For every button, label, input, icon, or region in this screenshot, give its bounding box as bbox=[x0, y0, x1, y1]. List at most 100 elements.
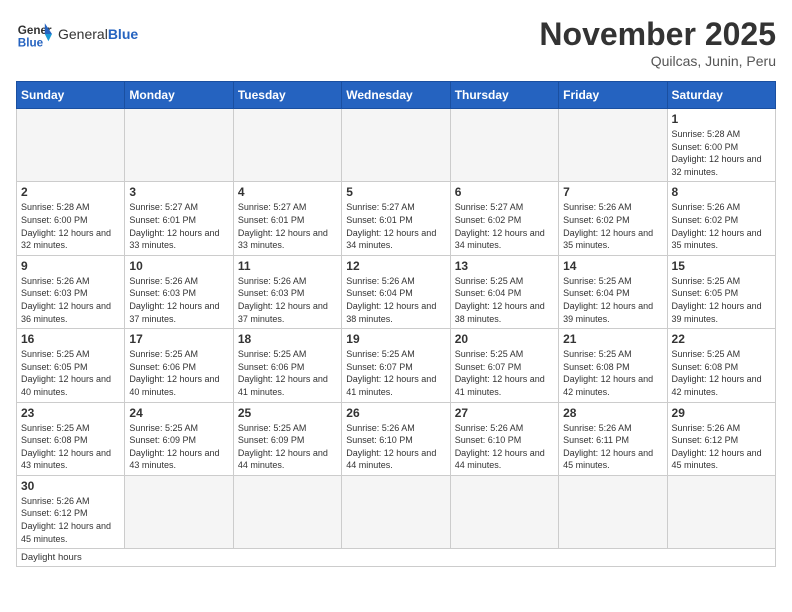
logo-blue: Blue bbox=[108, 26, 138, 42]
day-number: 19 bbox=[346, 332, 445, 346]
day-number: 29 bbox=[672, 406, 771, 420]
calendar-cell: 18 Sunrise: 5:25 AM Sunset: 6:06 PM Dayli… bbox=[233, 329, 341, 402]
day-info: Sunrise: 5:27 AM Sunset: 6:01 PM Dayligh… bbox=[238, 201, 337, 251]
calendar-cell: 3Sunrise: 5:27 AM Sunset: 6:01 PM Daylig… bbox=[125, 182, 233, 255]
calendar-cell: 20 Sunrise: 5:25 AM Sunset: 6:07 PM Dayli… bbox=[450, 329, 558, 402]
calendar-cell: 12 Sunrise: 5:26 AM Sunset: 6:04 PM Dayli… bbox=[342, 255, 450, 328]
day-info: Sunrise: 5:25 AM Sunset: 6:05 PM Dayligh… bbox=[672, 275, 771, 325]
month-title: November 2025 bbox=[539, 16, 776, 53]
calendar-cell: 6Sunrise: 5:27 AM Sunset: 6:02 PM Daylig… bbox=[450, 182, 558, 255]
day-info: Sunrise: 5:27 AM Sunset: 6:01 PM Dayligh… bbox=[346, 201, 445, 251]
day-number: 8 bbox=[672, 185, 771, 199]
day-number: 18 bbox=[238, 332, 337, 346]
day-number: 2 bbox=[21, 185, 120, 199]
day-info: Sunrise: 5:26 AM Sunset: 6:10 PM Dayligh… bbox=[455, 422, 554, 472]
calendar-cell bbox=[559, 475, 667, 548]
calendar-header-tuesday: Tuesday bbox=[233, 82, 341, 109]
day-number: 17 bbox=[129, 332, 228, 346]
calendar-cell: 23 Sunrise: 5:25 AM Sunset: 6:08 PM Dayli… bbox=[17, 402, 125, 475]
calendar-cell: 17 Sunrise: 5:25 AM Sunset: 6:06 PM Dayli… bbox=[125, 329, 233, 402]
day-number: 13 bbox=[455, 259, 554, 273]
calendar-cell: 13 Sunrise: 5:25 AM Sunset: 6:04 PM Dayli… bbox=[450, 255, 558, 328]
day-number: 20 bbox=[455, 332, 554, 346]
logo: General Blue GeneralBlue bbox=[16, 16, 138, 52]
day-number: 27 bbox=[455, 406, 554, 420]
day-number: 10 bbox=[129, 259, 228, 273]
day-info: Sunrise: 5:25 AM Sunset: 6:07 PM Dayligh… bbox=[455, 348, 554, 398]
day-number: 28 bbox=[563, 406, 662, 420]
day-number: 11 bbox=[238, 259, 337, 273]
calendar-cell: 22 Sunrise: 5:25 AM Sunset: 6:08 PM Dayli… bbox=[667, 329, 775, 402]
day-info: Sunrise: 5:25 AM Sunset: 6:08 PM Dayligh… bbox=[21, 422, 120, 472]
day-number: 9 bbox=[21, 259, 120, 273]
page-header: General Blue GeneralBlue November 2025 Q… bbox=[16, 16, 776, 69]
day-number: 12 bbox=[346, 259, 445, 273]
calendar-cell: 27 Sunrise: 5:26 AM Sunset: 6:10 PM Dayli… bbox=[450, 402, 558, 475]
calendar-cell bbox=[125, 475, 233, 548]
day-number: 22 bbox=[672, 332, 771, 346]
day-info: Sunrise: 5:25 AM Sunset: 6:06 PM Dayligh… bbox=[129, 348, 228, 398]
location: Quilcas, Junin, Peru bbox=[539, 53, 776, 69]
calendar-week-row: 9 Sunrise: 5:26 AM Sunset: 6:03 PM Daylig… bbox=[17, 255, 776, 328]
day-number: 23 bbox=[21, 406, 120, 420]
calendar-cell bbox=[125, 109, 233, 182]
calendar-cell: 8Sunrise: 5:26 AM Sunset: 6:02 PM Daylig… bbox=[667, 182, 775, 255]
day-number: 21 bbox=[563, 332, 662, 346]
calendar-header-friday: Friday bbox=[559, 82, 667, 109]
calendar-cell: 5 Sunrise: 5:27 AM Sunset: 6:01 PM Daylig… bbox=[342, 182, 450, 255]
calendar-cell bbox=[450, 109, 558, 182]
calendar-header-sunday: Sunday bbox=[17, 82, 125, 109]
footer-row: Daylight hours bbox=[17, 549, 776, 567]
calendar-cell: 16 Sunrise: 5:25 AM Sunset: 6:05 PM Dayli… bbox=[17, 329, 125, 402]
calendar-cell: 9Sunrise: 5:26 AM Sunset: 6:03 PM Daylig… bbox=[17, 255, 125, 328]
day-info: Sunrise: 5:25 AM Sunset: 6:04 PM Dayligh… bbox=[563, 275, 662, 325]
calendar-cell bbox=[559, 109, 667, 182]
day-info: Sunrise: 5:28 AM Sunset: 6:00 PM Dayligh… bbox=[672, 128, 771, 178]
day-number: 24 bbox=[129, 406, 228, 420]
calendar-cell: 15 Sunrise: 5:25 AM Sunset: 6:05 PM Dayli… bbox=[667, 255, 775, 328]
calendar-cell bbox=[233, 109, 341, 182]
day-info: Sunrise: 5:25 AM Sunset: 6:08 PM Dayligh… bbox=[563, 348, 662, 398]
day-number: 25 bbox=[238, 406, 337, 420]
calendar-cell: 2 Sunrise: 5:28 AM Sunset: 6:00 PM Daylig… bbox=[17, 182, 125, 255]
day-number: 3 bbox=[129, 185, 228, 199]
day-number: 16 bbox=[21, 332, 120, 346]
day-info: Sunrise: 5:25 AM Sunset: 6:06 PM Dayligh… bbox=[238, 348, 337, 398]
calendar-cell: 10 Sunrise: 5:26 AM Sunset: 6:03 PM Dayli… bbox=[125, 255, 233, 328]
calendar-cell bbox=[667, 475, 775, 548]
calendar-header-thursday: Thursday bbox=[450, 82, 558, 109]
day-info: Sunrise: 5:25 AM Sunset: 6:09 PM Dayligh… bbox=[238, 422, 337, 472]
calendar-week-row: 16 Sunrise: 5:25 AM Sunset: 6:05 PM Dayli… bbox=[17, 329, 776, 402]
calendar-cell: 24 Sunrise: 5:25 AM Sunset: 6:09 PM Dayli… bbox=[125, 402, 233, 475]
day-number: 5 bbox=[346, 185, 445, 199]
day-info: Sunrise: 5:25 AM Sunset: 6:04 PM Dayligh… bbox=[455, 275, 554, 325]
calendar-cell: 21 Sunrise: 5:25 AM Sunset: 6:08 PM Dayli… bbox=[559, 329, 667, 402]
day-info: Sunrise: 5:26 AM Sunset: 6:10 PM Dayligh… bbox=[346, 422, 445, 472]
day-number: 6 bbox=[455, 185, 554, 199]
calendar-header-saturday: Saturday bbox=[667, 82, 775, 109]
day-number: 15 bbox=[672, 259, 771, 273]
day-info: Sunrise: 5:25 AM Sunset: 6:08 PM Dayligh… bbox=[672, 348, 771, 398]
day-info: Sunrise: 5:28 AM Sunset: 6:00 PM Dayligh… bbox=[21, 201, 120, 251]
calendar-cell: 4Sunrise: 5:27 AM Sunset: 6:01 PM Daylig… bbox=[233, 182, 341, 255]
day-info: Sunrise: 5:26 AM Sunset: 6:02 PM Dayligh… bbox=[563, 201, 662, 251]
day-info: Sunrise: 5:26 AM Sunset: 6:11 PM Dayligh… bbox=[563, 422, 662, 472]
calendar-week-row: 30Sunrise: 5:26 AM Sunset: 6:12 PM Dayli… bbox=[17, 475, 776, 548]
day-info: Sunrise: 5:25 AM Sunset: 6:05 PM Dayligh… bbox=[21, 348, 120, 398]
logo-icon: General Blue bbox=[16, 16, 52, 52]
title-block: November 2025 Quilcas, Junin, Peru bbox=[539, 16, 776, 69]
calendar-cell: 28 Sunrise: 5:26 AM Sunset: 6:11 PM Dayli… bbox=[559, 402, 667, 475]
calendar-cell: 11 Sunrise: 5:26 AM Sunset: 6:03 PM Dayli… bbox=[233, 255, 341, 328]
day-info: Sunrise: 5:26 AM Sunset: 6:03 PM Dayligh… bbox=[238, 275, 337, 325]
calendar-week-row: 1Sunrise: 5:28 AM Sunset: 6:00 PM Daylig… bbox=[17, 109, 776, 182]
day-number: 26 bbox=[346, 406, 445, 420]
day-info: Sunrise: 5:25 AM Sunset: 6:09 PM Dayligh… bbox=[129, 422, 228, 472]
day-info: Sunrise: 5:26 AM Sunset: 6:03 PM Dayligh… bbox=[129, 275, 228, 325]
day-info: Sunrise: 5:26 AM Sunset: 6:12 PM Dayligh… bbox=[21, 495, 120, 545]
calendar-cell: 19Sunrise: 5:25 AM Sunset: 6:07 PM Dayli… bbox=[342, 329, 450, 402]
calendar-cell: 30Sunrise: 5:26 AM Sunset: 6:12 PM Dayli… bbox=[17, 475, 125, 548]
day-number: 14 bbox=[563, 259, 662, 273]
calendar-cell bbox=[17, 109, 125, 182]
day-info: Sunrise: 5:26 AM Sunset: 6:04 PM Dayligh… bbox=[346, 275, 445, 325]
calendar-cell: 7Sunrise: 5:26 AM Sunset: 6:02 PM Daylig… bbox=[559, 182, 667, 255]
